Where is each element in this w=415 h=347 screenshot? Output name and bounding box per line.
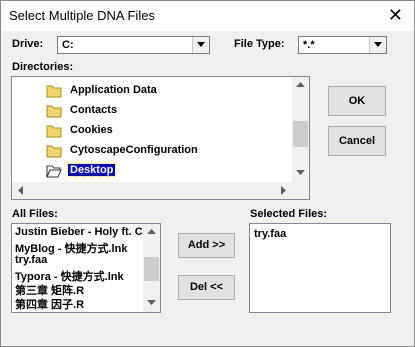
file-item[interactable]: 第三章 矩阵.R <box>15 282 84 297</box>
add-button[interactable]: Add >> <box>178 233 235 258</box>
directory-name: Desktop <box>66 163 117 177</box>
file-type-select[interactable]: *.* <box>298 36 387 54</box>
dialog-title: Select Multiple DNA Files <box>9 8 155 23</box>
scroll-up-icon[interactable] <box>143 224 160 241</box>
scroll-up-icon[interactable] <box>292 77 309 94</box>
folder-icon <box>46 145 62 158</box>
chevron-down-icon[interactable] <box>192 37 209 53</box>
del-button-label: Del << <box>189 281 224 293</box>
close-icon[interactable]: ✕ <box>388 5 403 25</box>
directory-name: Contacts <box>70 104 118 116</box>
directories-vertical-scrollbar[interactable] <box>292 77 309 182</box>
scroll-corner <box>292 182 309 199</box>
folder-icon <box>46 105 62 118</box>
all-files-list[interactable]: Justin Bieber - Holy ft. C MyBlog - 快捷方式… <box>11 223 161 313</box>
ok-button[interactable]: OK <box>328 86 386 116</box>
file-item[interactable]: Justin Bieber - Holy ft. C <box>15 226 143 241</box>
title-bar: Select Multiple DNA Files ✕ <box>1 1 414 31</box>
ok-button-label: OK <box>348 95 366 107</box>
selected-files-label: Selected Files: <box>250 208 328 220</box>
cancel-button-label: Cancel <box>338 135 376 147</box>
scroll-right-icon[interactable] <box>275 182 292 199</box>
file-item[interactable]: try.faa <box>15 254 47 269</box>
del-button[interactable]: Del << <box>178 275 235 300</box>
folder-icon <box>46 85 62 98</box>
file-item[interactable]: 第四章 因子.R <box>15 296 84 311</box>
file-item[interactable]: MyBlog - 快捷方式.lnk <box>15 240 127 255</box>
directories-horizontal-scrollbar[interactable] <box>12 182 292 199</box>
directories-label: Directories: <box>12 61 74 73</box>
drive-value: C: <box>62 39 74 51</box>
directory-name: Cookies <box>70 124 113 136</box>
file-item[interactable]: Typora - 快捷方式.lnk <box>15 268 124 283</box>
drive-label: Drive: <box>12 38 44 50</box>
drive-select[interactable]: C: <box>57 36 210 54</box>
select-files-dialog: Select Multiple DNA Files ✕ Drive: C: Fi… <box>0 0 415 347</box>
open-folder-icon <box>46 165 62 178</box>
scroll-down-icon[interactable] <box>292 165 309 182</box>
selected-files-list[interactable]: try.faa <box>249 223 391 313</box>
directory-name: Application Data <box>70 84 157 96</box>
chevron-down-icon[interactable] <box>369 37 386 53</box>
all-files-vertical-scrollbar[interactable] <box>143 224 160 312</box>
add-button-label: Add >> <box>187 239 226 251</box>
file-type-label: File Type: <box>234 38 285 50</box>
cancel-button[interactable]: Cancel <box>328 126 386 156</box>
scroll-thumb[interactable] <box>293 121 308 147</box>
scroll-left-icon[interactable] <box>12 182 29 199</box>
directories-list[interactable]: Application Data Contacts Cookies Cytosc… <box>11 76 310 200</box>
directory-name: CytoscapeConfiguration <box>70 144 198 156</box>
selected-file-item[interactable]: try.faa <box>254 228 286 243</box>
file-type-value: *.* <box>303 39 315 51</box>
all-files-label: All Files: <box>12 208 58 220</box>
scroll-down-icon[interactable] <box>143 295 160 312</box>
scroll-thumb[interactable] <box>144 257 159 281</box>
folder-icon <box>46 125 62 138</box>
